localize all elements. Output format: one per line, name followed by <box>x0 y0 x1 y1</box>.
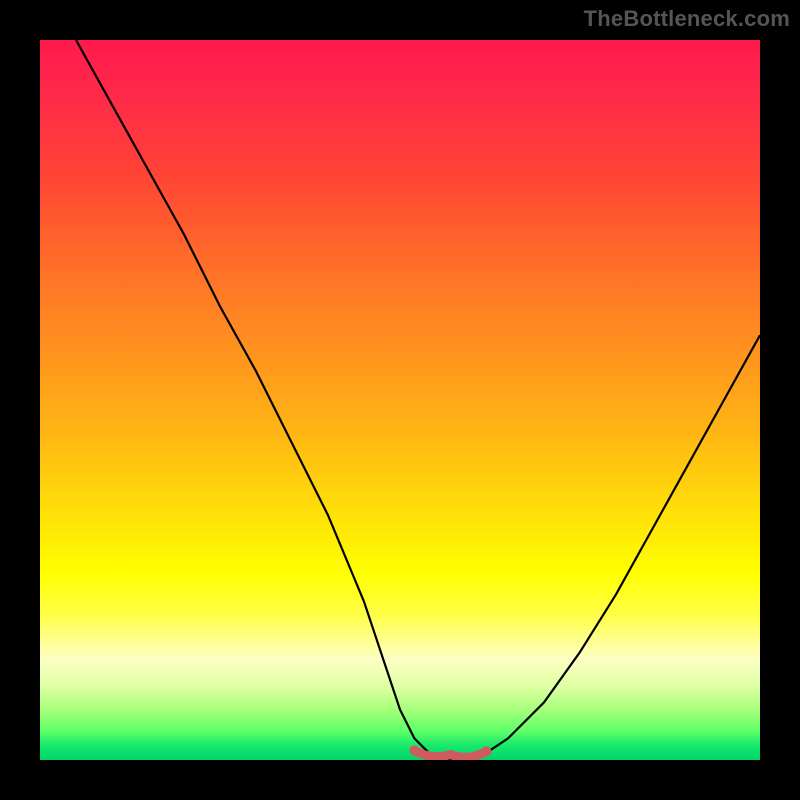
trough-highlight <box>414 750 486 757</box>
trough-end-dot <box>481 746 491 756</box>
chart-frame: TheBottleneck.com <box>0 0 800 800</box>
plot-area <box>40 40 760 760</box>
trough-start-dot <box>409 745 419 755</box>
watermark-text: TheBottleneck.com <box>584 6 790 32</box>
curve-layer <box>40 40 760 760</box>
bottleneck-curve <box>76 40 760 760</box>
